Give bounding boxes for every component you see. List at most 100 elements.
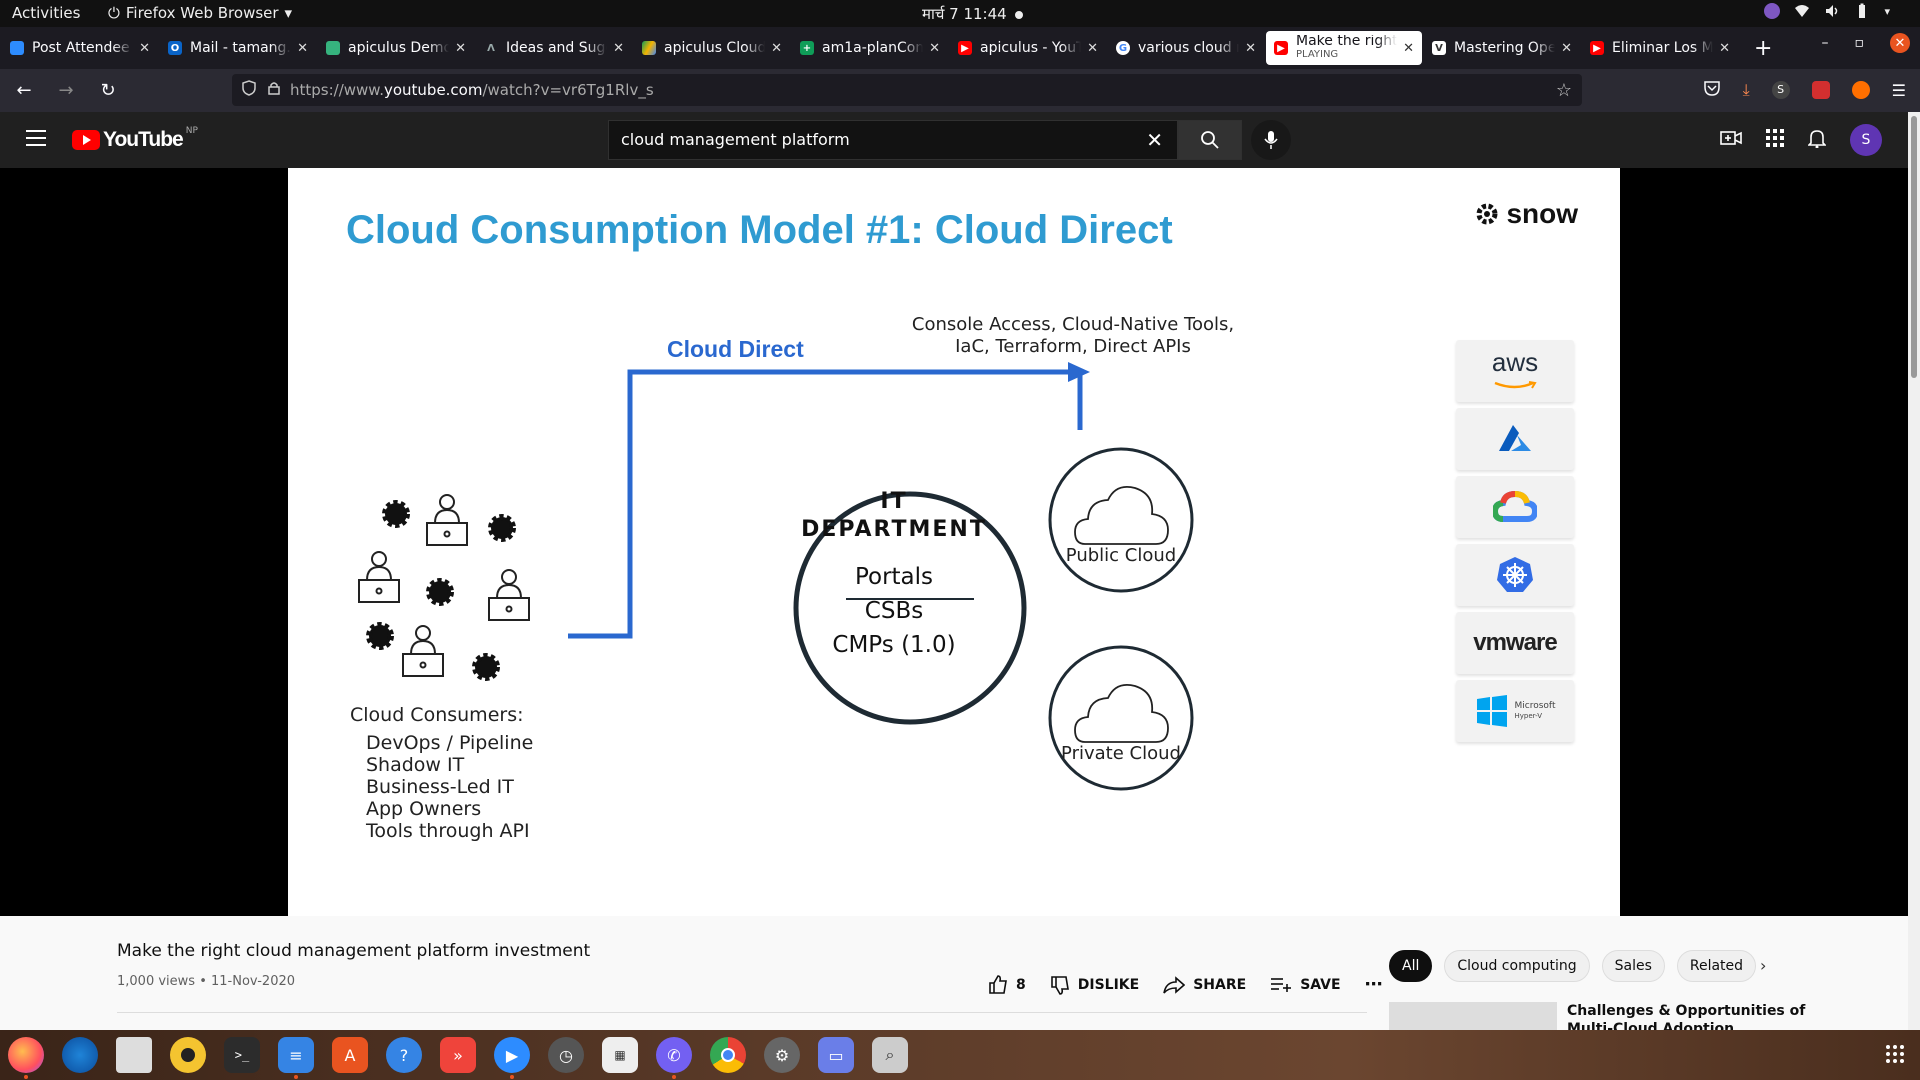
lock-icon[interactable] (268, 81, 280, 99)
bookmark-star-icon[interactable]: ☆ (1556, 80, 1572, 101)
system-tray[interactable]: ▾ (1764, 3, 1890, 19)
share-button[interactable]: SHARE (1163, 975, 1246, 994)
url-bar[interactable]: https://www.youtube.com/watch?v=vr6Tg1Rl… (232, 74, 1582, 106)
gear-icon (426, 578, 454, 606)
close-icon[interactable]: ✕ (1719, 41, 1730, 56)
tab-eliminar[interactable]: ▶ Eliminar Los Mi ✕ (1582, 31, 1738, 65)
close-window-icon[interactable]: ✕ (1890, 33, 1910, 53)
video-title: Make the right cloud management platform… (117, 941, 591, 961)
aws-logo: aws (1456, 340, 1574, 402)
vmware-logo: vmware (1456, 612, 1574, 674)
help-icon[interactable]: ? (386, 1037, 422, 1073)
reload-icon[interactable]: ↻ (94, 80, 122, 101)
apps-grid-icon[interactable] (1766, 129, 1784, 151)
like-button[interactable]: 8 (988, 974, 1026, 995)
show-applications-icon[interactable] (1886, 1045, 1904, 1063)
hamburger-menu-icon[interactable]: ☰ (1892, 81, 1906, 100)
files-icon[interactable] (116, 1037, 152, 1073)
pocket-icon[interactable] (1703, 79, 1721, 101)
chip-cloud-computing[interactable]: Cloud computing (1444, 950, 1590, 982)
screenshot-icon[interactable]: ▭ (818, 1037, 854, 1073)
save-button[interactable]: SAVE (1270, 977, 1341, 993)
search-input[interactable]: cloud management platform ✕ (608, 120, 1178, 160)
thunderbird-icon[interactable] (62, 1037, 98, 1073)
anydesk-icon[interactable]: » (440, 1037, 476, 1073)
close-icon[interactable]: ✕ (455, 41, 466, 56)
close-icon[interactable]: ✕ (139, 41, 150, 56)
avatar[interactable]: S (1850, 124, 1882, 156)
youtube-logo[interactable]: YouTube NP (72, 126, 198, 152)
public-cloud-label: Public Cloud (1065, 545, 1177, 566)
shield-icon[interactable] (242, 80, 256, 100)
chip-related[interactable]: Related (1676, 950, 1757, 982)
activities-button[interactable]: Activities (12, 4, 80, 22)
extension-icon[interactable] (1851, 81, 1870, 99)
tab-apiculus-cloud[interactable]: apiculus Cloud ✕ (634, 31, 790, 65)
chip-all[interactable]: All (1389, 950, 1433, 982)
zoom-icon[interactable]: ▶ (494, 1037, 530, 1079)
create-video-icon[interactable] (1720, 129, 1742, 151)
close-icon[interactable]: ✕ (1087, 41, 1098, 56)
clear-search-icon[interactable]: ✕ (1146, 128, 1163, 152)
notifications-bell-icon[interactable] (1807, 128, 1827, 152)
software-center-icon[interactable]: A (332, 1037, 368, 1073)
forward-arrow-icon[interactable]: → (52, 80, 80, 101)
account-extension-icon[interactable]: S (1771, 81, 1790, 99)
new-tab-button[interactable]: + (1754, 36, 1772, 61)
dislike-button[interactable]: DISLIKE (1050, 975, 1139, 995)
divider (117, 1012, 1367, 1013)
tab-ideas[interactable]: Λ Ideas and Sugg ✕ (476, 31, 632, 65)
close-icon[interactable]: ✕ (929, 41, 940, 56)
close-icon[interactable]: ✕ (771, 41, 782, 56)
close-icon[interactable]: ✕ (1561, 41, 1572, 56)
close-icon[interactable]: ✕ (613, 41, 624, 56)
image-viewer-icon[interactable]: ⌕ (872, 1037, 908, 1073)
clock[interactable]: मार्च 7 11:44 (922, 4, 1023, 24)
tab-plan[interactable]: + am1a-planCom ✕ (792, 31, 948, 65)
settings-icon[interactable]: ⚙ (764, 1037, 800, 1073)
search-button[interactable] (1178, 120, 1242, 160)
youtube-wordmark: YouTube (103, 128, 184, 151)
download-icon[interactable]: ⤓ (1743, 80, 1750, 100)
minimize-icon[interactable]: – (1822, 35, 1829, 51)
text-editor-icon[interactable]: ≡ (278, 1037, 314, 1079)
recommended-thumbnail[interactable] (1389, 1002, 1557, 1032)
voice-search-button[interactable] (1251, 120, 1291, 160)
close-icon[interactable]: ✕ (1245, 41, 1256, 56)
tab-post-attendee[interactable]: Post Attendee ✕ (2, 31, 158, 65)
microphone-icon (1264, 131, 1278, 149)
tab-make-the-right[interactable]: ▶ Make the right PLAYING ✕ (1266, 31, 1422, 65)
guide-menu-icon[interactable] (26, 130, 46, 151)
page-scrollbar[interactable] (1908, 112, 1920, 1030)
more-actions-icon[interactable]: ⋯ (1365, 974, 1383, 995)
rhythmbox-icon[interactable] (170, 1037, 206, 1073)
clock-app-icon[interactable]: ◷ (548, 1037, 584, 1073)
tab-apiculus-demo[interactable]: apiculus Demo ✕ (318, 31, 474, 65)
scrollbar-thumb[interactable] (1911, 116, 1917, 378)
adblock-icon[interactable] (1811, 81, 1830, 99)
chevron-right-icon[interactable]: › (1760, 956, 1766, 975)
app-menu[interactable]: ⏻ Firefox Web Browser ▾ (108, 4, 292, 22)
color-picker-icon[interactable] (1764, 3, 1781, 19)
maximize-icon[interactable]: ▫ (1855, 35, 1865, 51)
tab-apiculus-youtube[interactable]: ▶ apiculus - YouT ✕ (950, 31, 1106, 65)
search-input-value: cloud management platform (621, 130, 850, 149)
close-icon[interactable]: ✕ (297, 41, 308, 56)
firefox-icon[interactable] (8, 1037, 44, 1079)
close-icon[interactable]: ✕ (1403, 41, 1414, 56)
it-item-csbs: CSBs (864, 598, 924, 624)
presentation-slide: Cloud Consumption Model #1: Cloud Direct… (288, 168, 1620, 916)
url-text: https://www.youtube.com/watch?v=vr6Tg1Rl… (290, 81, 654, 99)
chrome-icon[interactable] (710, 1037, 746, 1073)
back-arrow-icon[interactable]: ← (10, 80, 38, 101)
calculator-icon[interactable]: ▦ (602, 1037, 638, 1073)
tab-title: Make the right (1296, 35, 1398, 49)
viber-icon[interactable]: ✆ (656, 1037, 692, 1079)
chip-sales[interactable]: Sales (1601, 950, 1665, 982)
v-favicon-icon: V (1432, 41, 1446, 55)
tab-mail[interactable]: O Mail - tamang.s ✕ (160, 31, 316, 65)
tab-various-cloud[interactable]: Gvarious cloud m ✕ (1108, 31, 1264, 65)
tab-mastering[interactable]: V Mastering Ope ✕ (1424, 31, 1580, 65)
video-player[interactable]: Cloud Consumption Model #1: Cloud Direct… (0, 168, 1908, 916)
terminal-icon[interactable]: >_ (224, 1037, 260, 1073)
